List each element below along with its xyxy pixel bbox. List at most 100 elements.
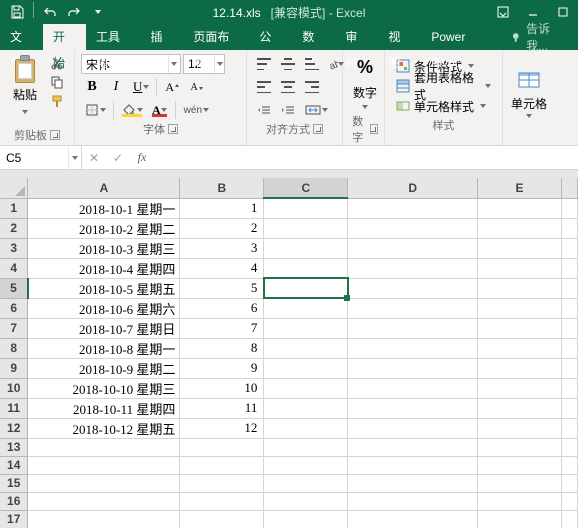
clipboard-dialog-launcher[interactable] (50, 130, 60, 140)
cell-C12[interactable] (264, 418, 348, 438)
cell-7[interactable] (561, 318, 577, 338)
cell-8[interactable] (561, 338, 577, 358)
copy-button[interactable] (46, 73, 68, 91)
cell-A12[interactable]: 2018-10-12 星期五 (28, 418, 180, 438)
cell-D8[interactable] (348, 338, 478, 358)
cell-E13[interactable] (478, 438, 562, 456)
cell-C10[interactable] (264, 378, 348, 398)
align-top-button[interactable] (253, 54, 275, 74)
qat-customize-button[interactable] (87, 2, 109, 22)
cell-C16[interactable] (264, 492, 348, 510)
cell-D1[interactable] (348, 198, 478, 218)
cell-D2[interactable] (348, 218, 478, 238)
tab-formulas[interactable]: 公式 (249, 24, 292, 50)
cell-E8[interactable] (478, 338, 562, 358)
name-box-input[interactable] (0, 146, 68, 169)
cell-A3[interactable]: 2018-10-3 星期三 (28, 238, 180, 258)
cell-E16[interactable] (478, 492, 562, 510)
cell-17[interactable] (561, 510, 577, 528)
cell-D6[interactable] (348, 298, 478, 318)
tab-power-pivot[interactable]: Power Pivot (421, 24, 502, 50)
cell-styles-button[interactable]: 单元格样式 (391, 96, 496, 116)
cell-C11[interactable] (264, 398, 348, 418)
align-left-button[interactable] (253, 77, 275, 97)
cell-D9[interactable] (348, 358, 478, 378)
cell-C15[interactable] (264, 474, 348, 492)
increase-font-button[interactable]: A (161, 77, 184, 97)
cell-B16[interactable] (180, 492, 264, 510)
tell-me-search[interactable]: 告诉我... (503, 24, 578, 50)
phonetic-guide-button[interactable]: wén (180, 100, 212, 120)
cell-13[interactable] (561, 438, 577, 456)
cell-E11[interactable] (478, 398, 562, 418)
row-header-13[interactable]: 13 (0, 438, 28, 456)
cell-B3[interactable]: 3 (180, 238, 264, 258)
col-header-C[interactable]: C (264, 178, 348, 198)
redo-button[interactable] (63, 2, 85, 22)
cell-2[interactable] (561, 218, 577, 238)
insert-function-button[interactable]: fx (130, 146, 154, 169)
cell-10[interactable] (561, 378, 577, 398)
cell-E6[interactable] (478, 298, 562, 318)
cell-14[interactable] (561, 456, 577, 474)
font-dialog-launcher[interactable] (168, 124, 178, 134)
cell-B11[interactable]: 11 (180, 398, 264, 418)
merge-center-button[interactable] (301, 100, 331, 120)
cell-D15[interactable] (348, 474, 478, 492)
tab-review[interactable]: 审阅 (335, 24, 378, 50)
ribbon-options-button[interactable] (488, 0, 518, 24)
row-header-12[interactable]: 12 (0, 418, 28, 438)
worksheet-grid[interactable]: ABCDE12018-10-1 星期一122018-10-2 星期二232018… (0, 178, 578, 528)
row-header-11[interactable]: 11 (0, 398, 28, 418)
row-header-1[interactable]: 1 (0, 198, 28, 218)
cell-B9[interactable]: 9 (180, 358, 264, 378)
cell-11[interactable] (561, 398, 577, 418)
cell-C13[interactable] (264, 438, 348, 456)
cell-E10[interactable] (478, 378, 562, 398)
cell-5[interactable] (561, 278, 577, 298)
number-dialog-launcher[interactable] (370, 124, 378, 134)
cell-D3[interactable] (348, 238, 478, 258)
cell-C4[interactable] (264, 258, 348, 278)
cell-C14[interactable] (264, 456, 348, 474)
cell-A7[interactable]: 2018-10-7 星期日 (28, 318, 180, 338)
cell-C7[interactable] (264, 318, 348, 338)
tab-file[interactable]: 文件 (0, 24, 43, 50)
name-box[interactable] (0, 146, 82, 169)
formula-input[interactable] (154, 146, 578, 169)
cell-E1[interactable] (478, 198, 562, 218)
cells-button[interactable]: 单元格 (509, 54, 549, 130)
bold-button[interactable]: B (81, 77, 103, 97)
cell-E3[interactable] (478, 238, 562, 258)
cell-D7[interactable] (348, 318, 478, 338)
cell-B17[interactable] (180, 510, 264, 528)
cell-C9[interactable] (264, 358, 348, 378)
align-center-button[interactable] (277, 77, 299, 97)
undo-button[interactable] (39, 2, 61, 22)
paste-button[interactable]: 粘贴 (6, 54, 44, 104)
cell-B7[interactable]: 7 (180, 318, 264, 338)
col-header-extra[interactable] (561, 178, 577, 198)
row-header-8[interactable]: 8 (0, 338, 28, 358)
cell-A14[interactable] (28, 456, 180, 474)
row-header-2[interactable]: 2 (0, 218, 28, 238)
enter-formula-button[interactable]: ✓ (106, 146, 130, 169)
cell-C8[interactable] (264, 338, 348, 358)
tab-data[interactable]: 数据 (292, 24, 335, 50)
cell-A4[interactable]: 2018-10-4 星期四 (28, 258, 180, 278)
save-button[interactable] (6, 2, 28, 22)
row-header-4[interactable]: 4 (0, 258, 28, 278)
row-header-7[interactable]: 7 (0, 318, 28, 338)
cell-A15[interactable] (28, 474, 180, 492)
cell-A13[interactable] (28, 438, 180, 456)
cell-4[interactable] (561, 258, 577, 278)
cell-E15[interactable] (478, 474, 562, 492)
row-header-14[interactable]: 14 (0, 456, 28, 474)
cell-15[interactable] (561, 474, 577, 492)
cell-B8[interactable]: 8 (180, 338, 264, 358)
align-right-button[interactable] (301, 77, 323, 97)
cancel-formula-button[interactable]: ✕ (82, 146, 106, 169)
name-box-dropdown[interactable] (68, 146, 81, 169)
cell-D4[interactable] (348, 258, 478, 278)
cell-C1[interactable] (264, 198, 348, 218)
